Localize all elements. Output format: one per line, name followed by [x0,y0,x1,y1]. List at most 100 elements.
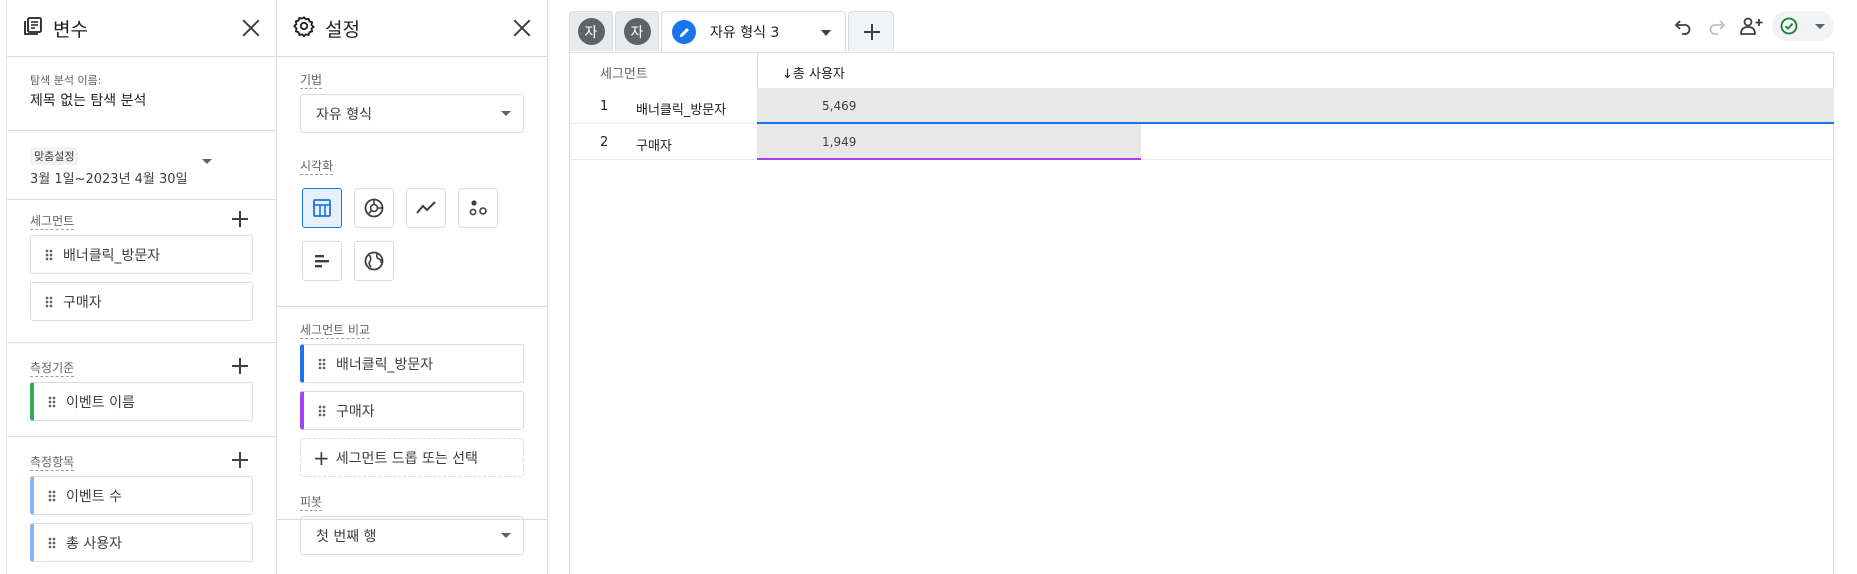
tab-mini[interactable]: 자 [615,11,659,51]
segments-section: 세그먼트 배너클릭_방문자 구매자 [7,200,276,343]
column-divider [757,53,758,88]
segment-chip[interactable]: 구매자 [30,282,253,321]
viz-table-button[interactable] [302,188,342,228]
viz-bar-button[interactable] [302,241,342,281]
redo-icon [1709,20,1726,35]
row-segment-name: 구매자 [636,139,672,154]
table-header: 세그먼트 ↓총 사용자 [570,53,1833,88]
main-area: 자 자 자유 형식 3 세그먼트 ↓총 사용자 1 배너클릭_방문자 5,469… [569,0,1834,574]
chevron-down-icon [1815,24,1825,29]
segment-color-line [757,158,1141,160]
segment-chip[interactable]: 배너클릭_방문자 [30,235,253,274]
add-segment-icon[interactable] [232,211,248,227]
technique-select[interactable]: 자유 형식 [300,94,524,133]
viz-donut-button[interactable] [354,188,394,228]
drag-handle-icon [48,489,56,502]
segment-drop-hint: 세그먼트 드롭 또는 선택 [335,450,478,467]
drag-handle-icon [318,404,326,417]
add-tab-button[interactable] [848,11,894,51]
undo-button[interactable] [1666,10,1700,42]
segment-drop-zone[interactable]: + 세그먼트 드롭 또는 선택 [300,438,524,477]
dimension-chip-label: 이벤트 이름 [66,394,135,411]
share-button[interactable] [1734,10,1768,42]
redo-button[interactable] [1700,10,1734,42]
tab-avatar: 자 [623,18,651,45]
pencil-icon [672,20,696,44]
bar-chart-icon [315,255,329,268]
pivot-select[interactable]: 첫 번째 행 [300,516,524,555]
row-index: 2 [600,135,609,150]
add-dimension-icon[interactable] [232,358,248,374]
app-root: 변수 탐색 분석 이름: 제목 없는 탐색 분석 맞춤설정 3월 1일~2023… [0,0,1857,574]
row-value: 5,469 [822,99,857,113]
column-header-metric[interactable]: ↓총 사용자 [782,63,845,82]
drag-handle-icon [318,357,326,370]
tab-bar: 자 자 자유 형식 3 [569,0,1834,52]
table-row[interactable]: 2 구매자 1,949 [570,124,1833,160]
segments-label: 세그먼트 [30,214,75,230]
check-circle-icon [1780,17,1798,35]
close-variables-icon[interactable] [240,17,262,39]
table-row[interactable]: 1 배너클릭_방문자 5,469 [570,88,1834,124]
explore-name-input[interactable]: 제목 없는 탐색 분석 [30,90,253,110]
date-range-picker[interactable]: 맞춤설정 3월 1일~2023년 4월 30일 [7,131,276,200]
chevron-down-icon[interactable] [821,30,831,36]
row-value: 1,949 [822,135,857,149]
gear-icon [293,15,315,41]
drag-handle-icon [45,248,53,261]
drag-handle-icon [48,395,56,408]
chevron-down-icon [501,533,511,538]
plus-icon: + [313,445,330,470]
chevron-down-icon [202,159,212,164]
compare-segment-label: 구매자 [336,403,375,420]
row-index: 1 [600,99,609,114]
settings-header: 설정 [277,0,547,57]
settings-title: 설정 [325,18,360,41]
metric-chip-label: 총 사용자 [66,535,122,552]
pivot-value: 첫 번째 행 [316,528,377,545]
add-metric-icon[interactable] [232,452,248,468]
metric-chip[interactable]: 총 사용자 [30,523,253,562]
value-bar [757,124,1141,159]
settings-panel: 설정 기법 자유 형식 시각화 세그먼트 비교 배너클릭_방문자 구매자 + 세… [277,0,548,574]
viz-line-button[interactable] [406,188,446,228]
drag-handle-icon [45,295,53,308]
table-canvas: 세그먼트 ↓총 사용자 1 배너클릭_방문자 5,469 2 구매자 1,949 [569,52,1834,574]
explore-name-section: 탐색 분석 이름: 제목 없는 탐색 분석 [7,57,276,131]
tab-active-label: 자유 형식 3 [710,25,780,41]
metrics-label: 측정항목 [30,455,75,471]
compare-segment-label: 배너클릭_방문자 [336,356,434,373]
close-settings-icon[interactable] [511,17,533,39]
variables-icon [23,16,43,40]
metric-chip-label: 이벤트 수 [66,488,122,505]
tab-active[interactable]: 자유 형식 3 [661,11,846,52]
variables-title: 변수 [53,18,88,41]
pivot-label: 피봇 [300,495,323,511]
add-person-icon [1740,17,1763,35]
dimension-chip[interactable]: 이벤트 이름 [30,382,253,421]
viz-geo-button[interactable] [354,241,394,281]
viz-scatter-button[interactable] [458,188,498,228]
undo-icon [1674,20,1691,35]
segment-chip-label: 구매자 [63,294,102,311]
table-icon [313,199,331,217]
date-range-badge: 맞춤설정 [30,147,79,165]
compare-segment-chip[interactable]: 배너클릭_방문자 [300,344,524,383]
toolbar [1666,10,1834,42]
dimensions-section: 측정기준 이벤트 이름 [7,343,276,437]
tab-mini[interactable]: 자 [569,11,613,51]
segment-compare-label: 세그먼트 비교 [300,323,371,339]
variables-header: 변수 [7,0,276,57]
segment-chip-label: 배너클릭_방문자 [63,247,161,264]
compare-segment-chip[interactable]: 구매자 [300,391,524,430]
explore-name-label: 탐색 분석 이름: [30,74,102,87]
chevron-down-icon [501,111,511,116]
donut-chart-icon [364,198,384,218]
metric-chip[interactable]: 이벤트 수 [30,476,253,515]
save-status-button[interactable] [1772,11,1834,41]
segment-compare-section: 세그먼트 비교 배너클릭_방문자 구매자 + 세그먼트 드롭 또는 선택 피봇 … [277,307,547,555]
dimensions-label: 측정기준 [30,361,75,377]
column-header-segment[interactable]: 세그먼트 [600,63,648,82]
date-range-text: 3월 1일~2023년 4월 30일 [30,172,188,187]
technique-label: 기법 [300,73,323,89]
